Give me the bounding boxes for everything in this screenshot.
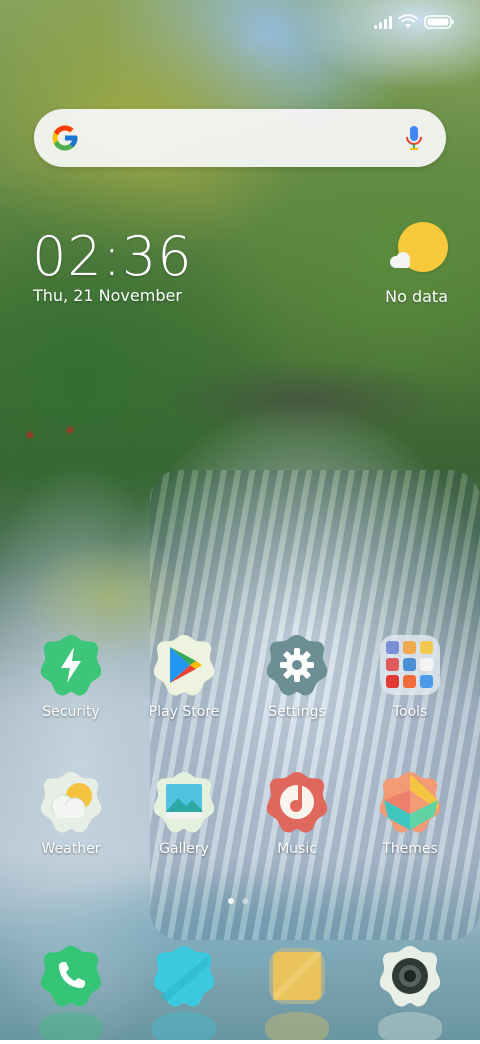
- clock-date[interactable]: Thu, 21 November: [33, 285, 182, 307]
- dock-reflection: [265, 1012, 329, 1040]
- microphone-icon[interactable]: [404, 124, 424, 152]
- cellular-signal-icon: [374, 15, 392, 29]
- music-note-icon: [265, 770, 329, 834]
- battery-icon: [424, 15, 454, 29]
- clock-time[interactable]: 02:36: [32, 222, 193, 292]
- play-store-icon: [152, 633, 216, 697]
- app-security[interactable]: Security: [16, 633, 126, 733]
- cloud-icon: [390, 252, 410, 268]
- status-bar: [374, 12, 454, 32]
- folder-tools[interactable]: Tools: [355, 633, 465, 733]
- camera-icon: [378, 944, 442, 1008]
- app-label: Settings: [268, 704, 326, 720]
- app-label: Music: [277, 841, 317, 857]
- weather-icon: [39, 770, 103, 834]
- wallpaper-detail: [10, 420, 100, 450]
- app-label: Tools: [392, 704, 428, 720]
- folder-tools-icon: [378, 633, 442, 697]
- app-music[interactable]: Music: [242, 770, 352, 870]
- weather-status: No data: [385, 287, 448, 306]
- app-label: Gallery: [159, 841, 209, 857]
- app-label: Themes: [382, 841, 438, 857]
- themes-icon: [378, 770, 442, 834]
- dock-reflection: [39, 1012, 103, 1040]
- messages-icon: [152, 944, 216, 1008]
- phone-icon: [39, 944, 103, 1008]
- page-dot[interactable]: [242, 898, 248, 904]
- security-bolt-icon: [39, 633, 103, 697]
- app-label: Play Store: [148, 704, 220, 720]
- app-label: Weather: [41, 841, 101, 857]
- page-dot-active[interactable]: [228, 898, 234, 904]
- page-indicator[interactable]: [228, 898, 248, 904]
- app-weather[interactable]: Weather: [16, 770, 126, 870]
- google-g-icon: [52, 125, 78, 151]
- app-play-store[interactable]: Play Store: [129, 633, 239, 733]
- google-search-bar[interactable]: [34, 109, 446, 167]
- app-settings[interactable]: Settings: [242, 633, 352, 733]
- wifi-icon: [398, 14, 418, 28]
- app-themes[interactable]: Themes: [355, 770, 465, 870]
- weather-widget[interactable]: No data: [330, 220, 450, 310]
- dock-reflection: [378, 1012, 442, 1040]
- gear-icon: [265, 633, 329, 697]
- dock-reflection: [152, 1012, 216, 1040]
- browser-icon: [265, 944, 329, 1008]
- app-label: Security: [42, 704, 100, 720]
- gallery-icon: [152, 770, 216, 834]
- app-gallery[interactable]: Gallery: [129, 770, 239, 870]
